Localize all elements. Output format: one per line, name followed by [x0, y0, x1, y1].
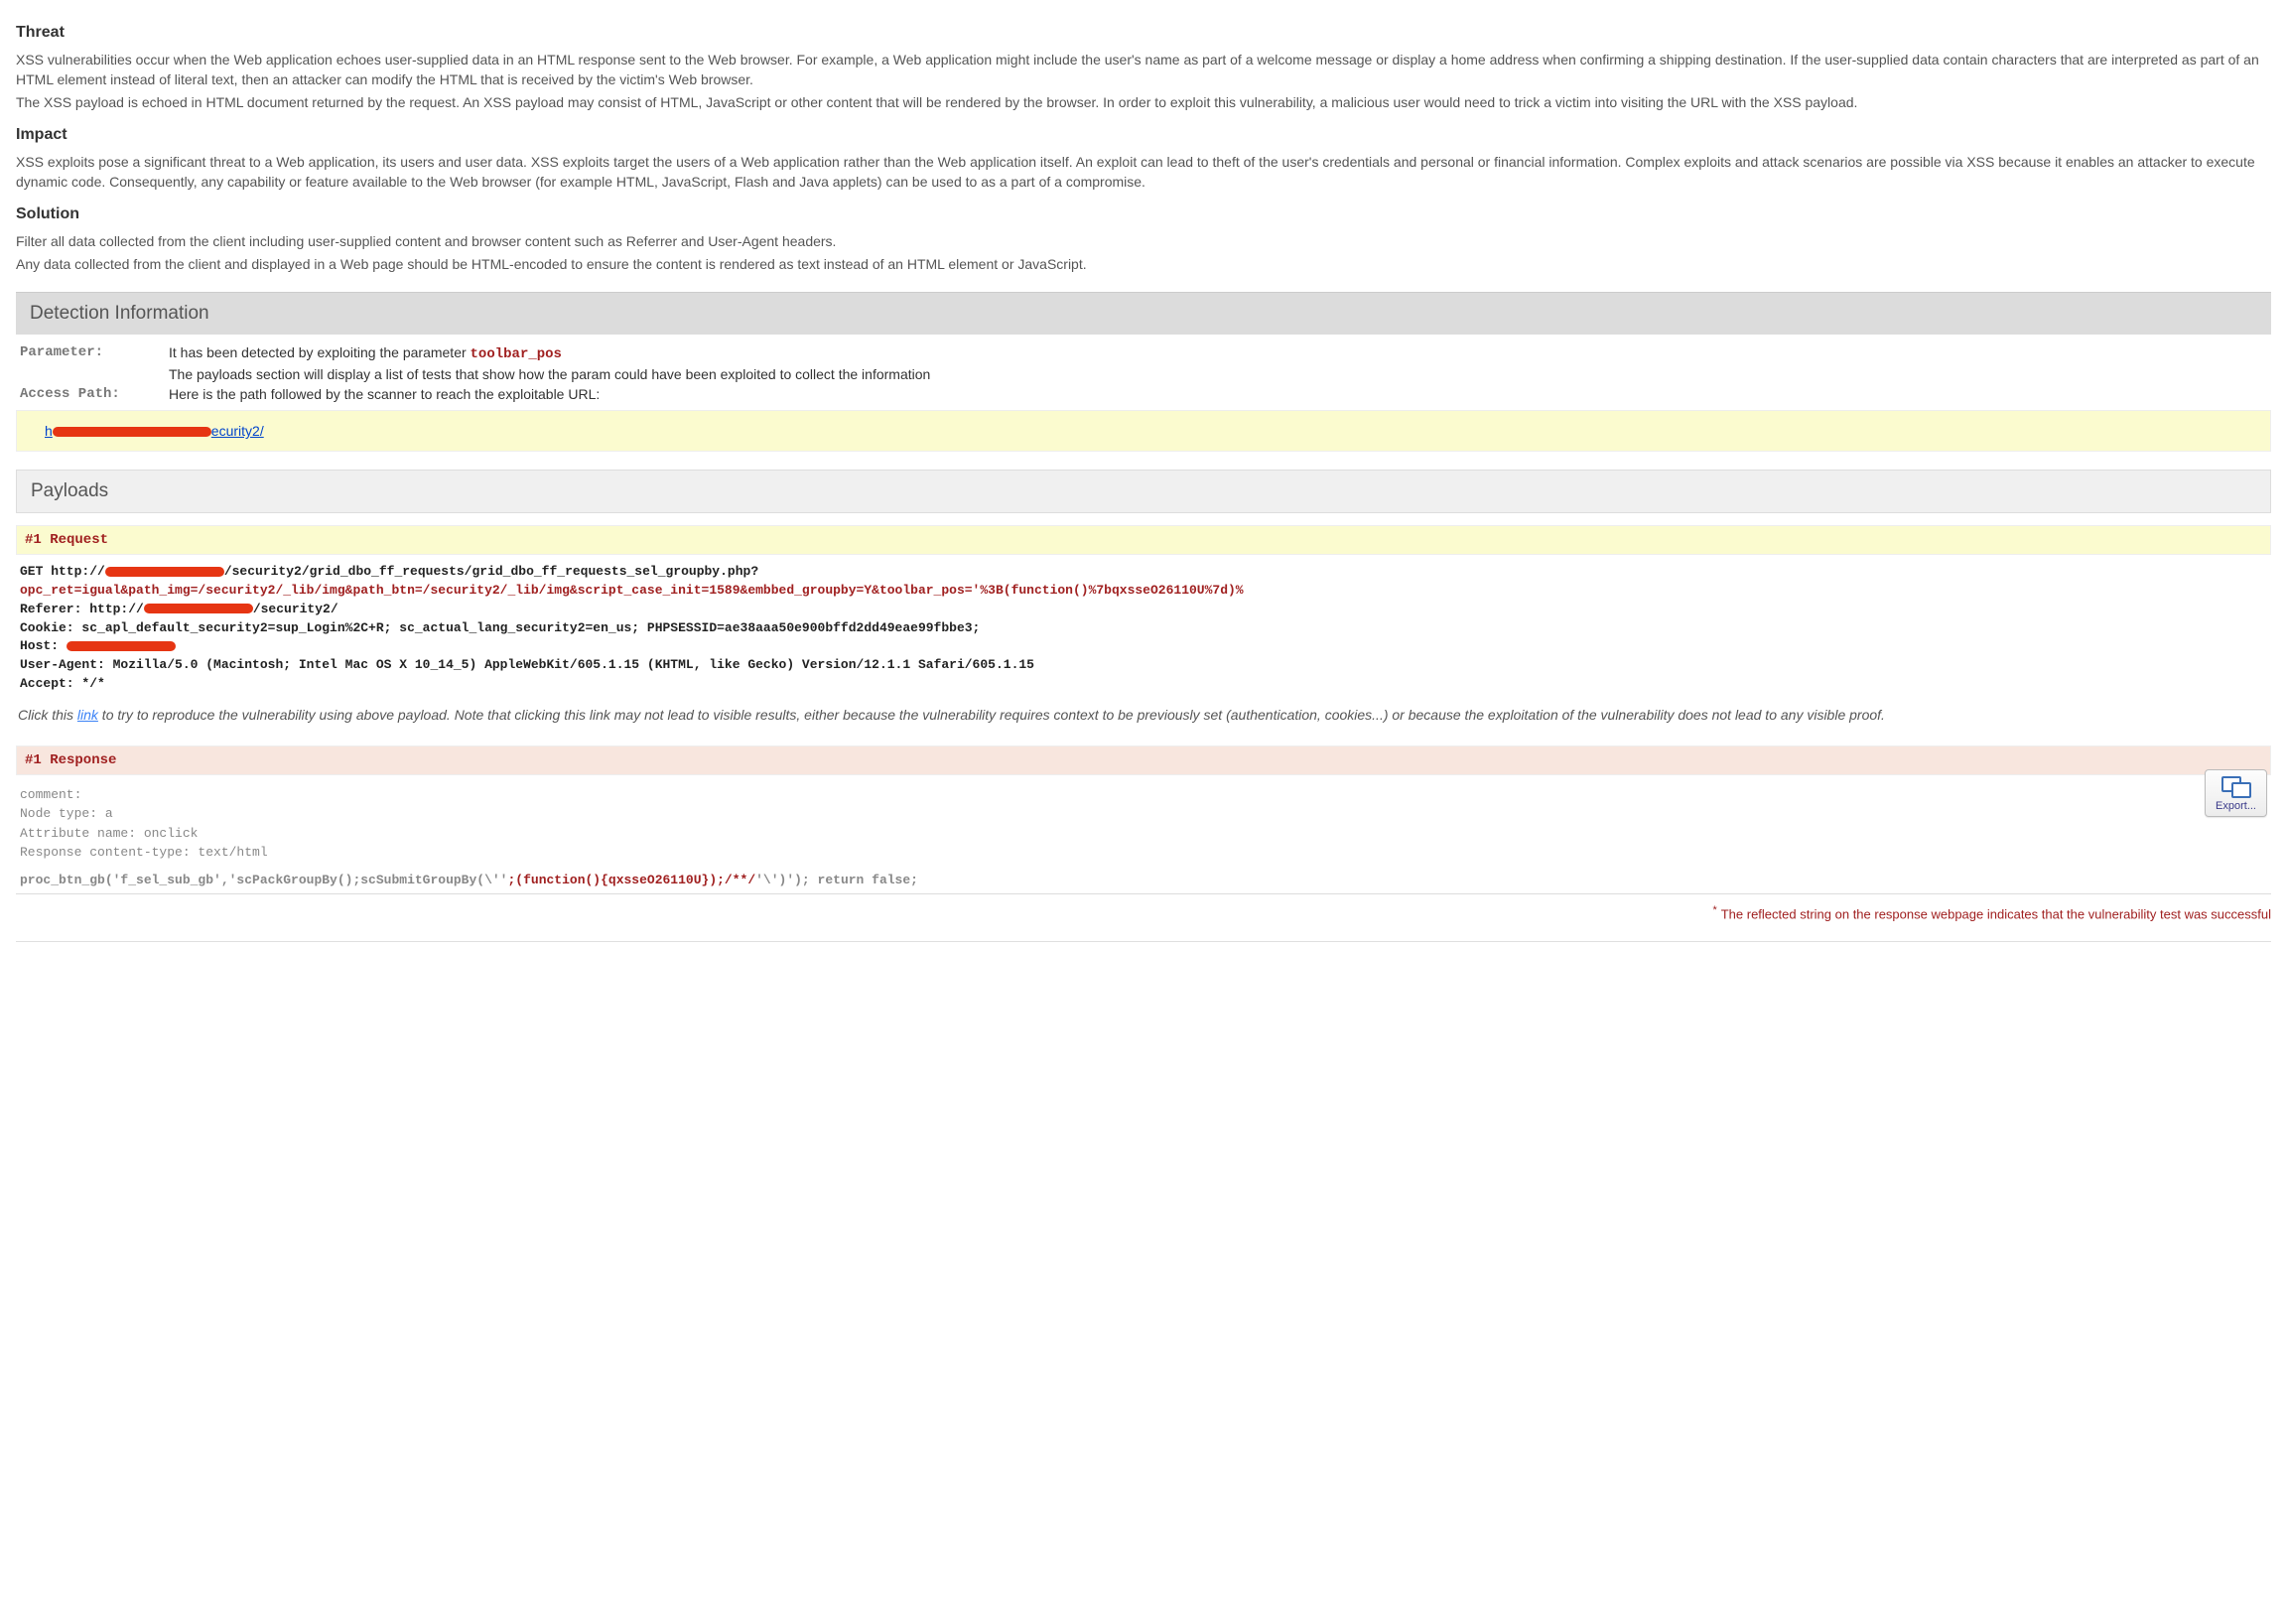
detection-kv-block: Parameter: It has been detected by explo…	[16, 335, 2271, 402]
payloads-panel-header: Payloads	[16, 470, 2271, 513]
export-button[interactable]: Export...	[2205, 769, 2267, 817]
request-1-header: #1 Request	[16, 525, 2271, 555]
redacted-host-2	[144, 604, 253, 613]
impact-p1: XSS exploits pose a significant threat t…	[16, 152, 2271, 193]
resp-content-type: Response content-type: text/html	[20, 843, 2267, 863]
redacted-domain	[53, 427, 211, 437]
resp-comment: comment:	[20, 785, 2267, 805]
note-pre: Click this	[18, 707, 77, 723]
resp-code-inject: ;(function(){qxsseO26110U});/**/	[507, 873, 755, 887]
resp-node: Node type: a	[20, 804, 2267, 824]
parameter-row: Parameter: It has been detected by explo…	[20, 344, 2267, 362]
parameter-name: toolbar_pos	[471, 346, 562, 362]
impact-heading: Impact	[16, 126, 2271, 144]
footnote-text: The reflected string on the response web…	[1721, 906, 2271, 921]
req-params: opc_ret=igual&path_img=/security2/_lib/i…	[20, 583, 1244, 598]
access-path-box: h ecurity2/	[16, 410, 2271, 452]
parameter-row2: The payloads section will display a list…	[20, 366, 2267, 382]
req-referer-suf: /security2/	[253, 602, 338, 616]
req-referer-pre: Referer: http://	[20, 602, 144, 616]
threat-p2: The XSS payload is echoed in HTML docume…	[16, 92, 2271, 112]
bottom-divider	[16, 941, 2271, 942]
reproduce-link[interactable]: link	[77, 707, 98, 723]
req-get-path: /security2/grid_dbo_ff_requests/grid_dbo…	[224, 564, 758, 579]
note-post: to try to reproduce the vulnerability us…	[98, 707, 1885, 723]
req-host-label: Host:	[20, 638, 67, 653]
redacted-host-1	[105, 567, 224, 577]
detection-panel-header: Detection Information	[16, 292, 2271, 335]
response-1-meta: comment: Node type: a Attribute name: on…	[16, 775, 2271, 867]
threat-p1: XSS vulnerabilities occur when the Web a…	[16, 50, 2271, 90]
vuln-success-footnote: *The reflected string on the response we…	[16, 904, 2271, 921]
req-cookie: Cookie: sc_apl_default_security2=sup_Log…	[20, 620, 980, 635]
parameter-value: It has been detected by exploiting the p…	[169, 344, 2267, 362]
access-path-label: Access Path:	[20, 386, 169, 402]
resp-code-post: '\')'); return false;	[755, 873, 918, 887]
req-get-prefix: GET http://	[20, 564, 105, 579]
access-path-link[interactable]: h ecurity2/	[45, 423, 264, 439]
export-label: Export...	[2216, 800, 2256, 812]
access-path-value: Here is the path followed by the scanner…	[169, 386, 2267, 402]
solution-p2: Any data collected from the client and d…	[16, 254, 2271, 274]
path-prefix: h	[45, 423, 53, 439]
solution-heading: Solution	[16, 205, 2271, 223]
parameter-text-pre: It has been detected by exploiting the p…	[169, 344, 471, 360]
path-suffix: ecurity2/	[211, 423, 264, 439]
export-icon	[2221, 776, 2251, 798]
resp-attr: Attribute name: onclick	[20, 824, 2267, 844]
access-path-row: Access Path: Here is the path followed b…	[20, 386, 2267, 402]
redacted-host-3	[67, 641, 176, 651]
req-ua: User-Agent: Mozilla/5.0 (Macintosh; Inte…	[20, 657, 1034, 672]
req-accept: Accept: */*	[20, 676, 105, 691]
parameter-text2: The payloads section will display a list…	[169, 366, 2267, 382]
resp-code-pre: proc_btn_gb('f_sel_sub_gb','scPackGroupB…	[20, 873, 507, 887]
response-1-code: proc_btn_gb('f_sel_sub_gb','scPackGroupB…	[16, 867, 2271, 894]
parameter-label: Parameter:	[20, 344, 169, 360]
solution-p1: Filter all data collected from the clien…	[16, 231, 2271, 251]
request-1-body: GET http:// /security2/grid_dbo_ff_reques…	[16, 555, 2271, 702]
threat-heading: Threat	[16, 24, 2271, 42]
reproduce-note: Click this link to try to reproduce the …	[16, 702, 2271, 736]
response-1-header: #1 Response	[16, 745, 2271, 775]
